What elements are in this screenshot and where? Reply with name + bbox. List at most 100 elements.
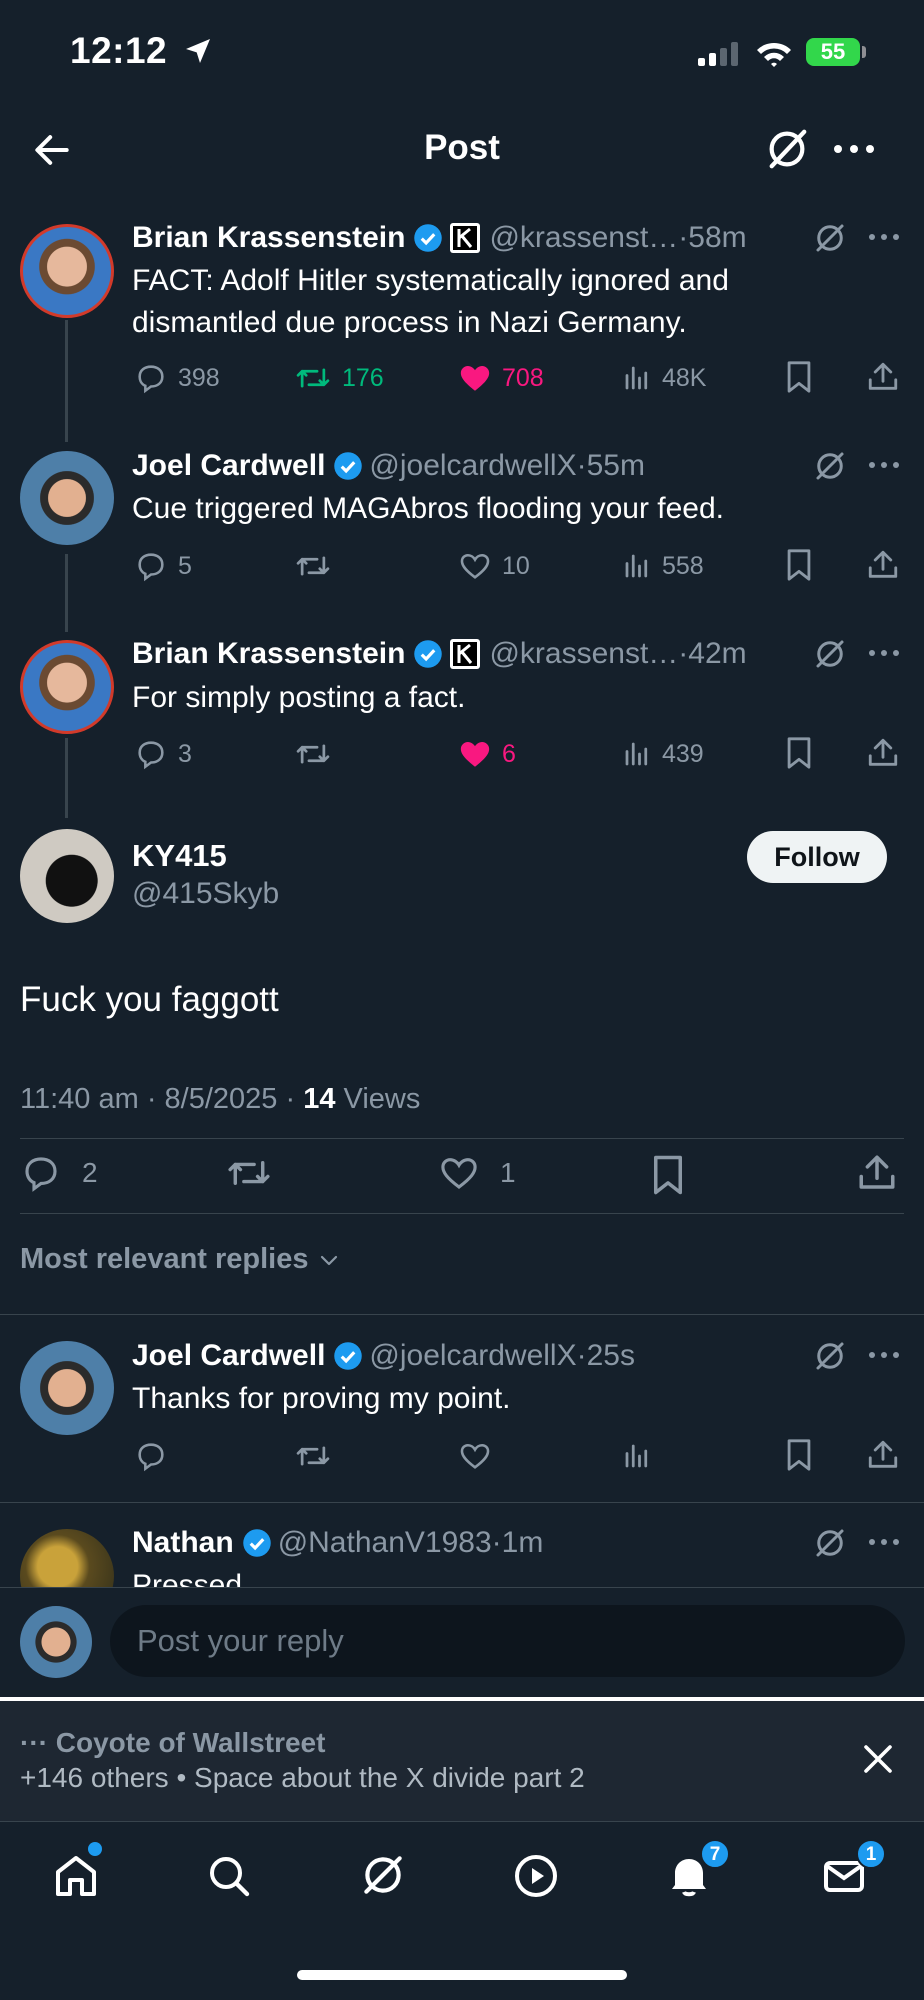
like-button[interactable]: 6 xyxy=(458,734,516,774)
avatar[interactable] xyxy=(20,224,114,318)
author-handle[interactable]: @joelcardwellX xyxy=(369,1339,576,1373)
reply-item-clipped: Nathan @NathanV1983 · 1m Pressed xyxy=(0,1503,924,1587)
views-button[interactable]: 439 xyxy=(622,734,704,774)
author-handle[interactable]: @NathanV1983 xyxy=(278,1526,492,1560)
reply-count: 2 xyxy=(82,1157,98,1188)
grok-icon[interactable] xyxy=(812,448,848,484)
post-time: 11:40 am xyxy=(20,1083,139,1115)
post-date: 8/5/2025 xyxy=(164,1083,278,1115)
reply-icon xyxy=(138,553,164,582)
grok-icon[interactable] xyxy=(764,126,810,172)
reply-button[interactable] xyxy=(134,1436,168,1476)
author-name[interactable]: Nathan xyxy=(132,1526,234,1560)
post-text: FACT: Adolf Hitler systematically ignore… xyxy=(132,264,729,339)
more-options-icon[interactable] xyxy=(868,460,900,470)
share-icon[interactable] xyxy=(866,1438,900,1472)
avatar[interactable] xyxy=(20,640,114,734)
views-button[interactable]: 558 xyxy=(622,546,704,586)
reply-count: 398 xyxy=(178,363,220,392)
bookmark-icon[interactable] xyxy=(784,736,814,770)
like-button[interactable]: 10 xyxy=(458,546,530,586)
heart-icon xyxy=(460,1443,490,1469)
more-options-icon[interactable] xyxy=(868,232,900,242)
grok-icon[interactable] xyxy=(812,636,848,672)
bookmark-icon[interactable] xyxy=(784,1438,814,1472)
bookmark-icon[interactable] xyxy=(784,548,814,582)
more-options-icon[interactable] xyxy=(868,1350,900,1360)
cellular-signal-icon xyxy=(698,42,740,66)
verified-badge-icon xyxy=(413,639,443,669)
avatar xyxy=(20,1606,92,1678)
repost-button[interactable] xyxy=(294,546,332,586)
like-count: 10 xyxy=(502,551,530,580)
heart-filled-icon xyxy=(460,741,490,767)
views-button[interactable] xyxy=(622,1436,652,1476)
like-button[interactable]: 1 xyxy=(438,1153,516,1193)
sort-replies-dropdown[interactable]: Most relevant replies xyxy=(20,1243,341,1276)
thread-line xyxy=(65,320,68,442)
avatar[interactable] xyxy=(20,829,114,923)
video-play-icon[interactable] xyxy=(512,1852,560,1900)
battery-indicator: 55 xyxy=(806,38,860,66)
avatar[interactable] xyxy=(20,1341,114,1435)
more-options-icon[interactable] xyxy=(868,648,900,658)
share-icon[interactable] xyxy=(866,548,900,582)
repost-button[interactable] xyxy=(294,1436,332,1476)
notifications-badge: 7 xyxy=(700,1839,730,1869)
share-icon[interactable] xyxy=(866,736,900,770)
reply-input[interactable]: Post your reply xyxy=(110,1605,905,1677)
bookmark-icon[interactable] xyxy=(650,1154,686,1196)
grok-icon[interactable] xyxy=(812,1338,848,1374)
reply-author-line: Nathan @NathanV1983 · 1m xyxy=(132,1523,543,1563)
reply-button[interactable]: 2 xyxy=(20,1153,98,1193)
share-icon[interactable] xyxy=(866,360,900,394)
more-options-icon[interactable] xyxy=(832,140,876,158)
space-banner[interactable] xyxy=(0,1701,924,1821)
main-author-name[interactable]: KY415 xyxy=(132,838,227,874)
avatar[interactable] xyxy=(20,1529,114,1587)
views-count: 558 xyxy=(662,551,704,580)
avatar[interactable] xyxy=(20,451,114,545)
post-text: For simply posting a fact. xyxy=(132,681,466,714)
verified-badge-icon xyxy=(333,451,363,481)
grok-icon[interactable] xyxy=(812,220,848,256)
repost-button[interactable] xyxy=(294,734,332,774)
grok-icon[interactable] xyxy=(358,1850,408,1900)
close-icon[interactable] xyxy=(860,1741,896,1777)
author-name[interactable]: Brian Krassenstein xyxy=(132,221,405,255)
reply-button[interactable]: 3 xyxy=(134,734,192,774)
reply-button[interactable]: 398 xyxy=(134,358,220,398)
main-author-handle[interactable]: @415Skyb xyxy=(132,877,279,911)
follow-button[interactable]: Follow xyxy=(747,831,887,883)
views-icon xyxy=(625,366,648,390)
author-handle[interactable]: @joelcardwellX xyxy=(369,449,576,483)
author-handle[interactable]: @krassenst… xyxy=(489,221,678,255)
separator-dot: · xyxy=(678,637,689,670)
repost-icon xyxy=(296,1446,330,1466)
grok-icon[interactable] xyxy=(812,1525,848,1561)
views-button[interactable]: 48K xyxy=(622,358,706,398)
author-handle[interactable]: @krassenst… xyxy=(489,637,678,671)
reply-button[interactable]: 5 xyxy=(134,546,192,586)
reply-icon xyxy=(138,1443,164,1472)
bookmark-icon[interactable] xyxy=(784,360,814,394)
post-text: Cue triggered MAGAbros flooding your fee… xyxy=(132,492,724,525)
share-icon[interactable] xyxy=(856,1152,898,1194)
repost-icon xyxy=(296,368,330,388)
repost-button[interactable]: 176 xyxy=(294,358,384,398)
sort-label: Most relevant replies xyxy=(20,1243,309,1275)
repost-button[interactable] xyxy=(225,1153,273,1193)
repost-icon xyxy=(296,556,330,576)
author-name[interactable]: Brian Krassenstein xyxy=(132,637,405,671)
verified-badge-icon xyxy=(333,1341,363,1371)
author-name[interactable]: Joel Cardwell xyxy=(132,449,325,483)
reply-count: 5 xyxy=(178,551,192,580)
like-button[interactable]: 708 xyxy=(458,358,544,398)
home-icon[interactable] xyxy=(52,1852,100,1900)
thread-line xyxy=(65,554,68,632)
author-name[interactable]: Joel Cardwell xyxy=(132,1339,325,1373)
like-button[interactable] xyxy=(458,1436,492,1476)
search-icon[interactable] xyxy=(205,1852,253,1900)
reply-text: Thanks for proving my point. xyxy=(132,1382,511,1415)
more-options-icon[interactable] xyxy=(868,1537,900,1547)
